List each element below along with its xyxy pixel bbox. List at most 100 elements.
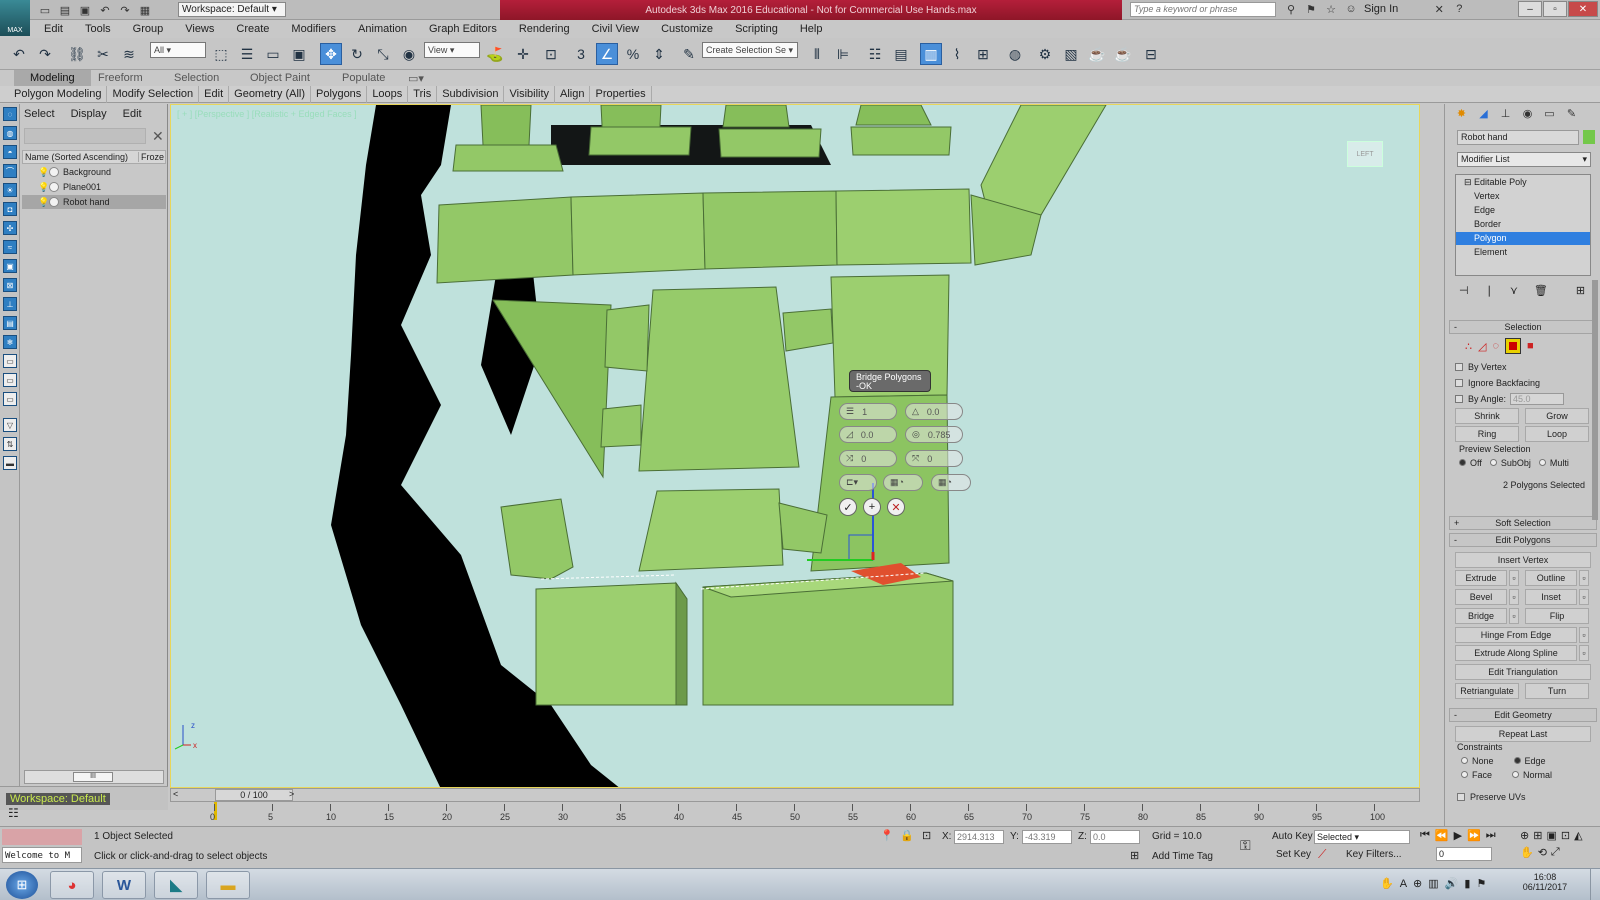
twist2-field[interactable]: ⤧ 0: [905, 450, 963, 467]
panel-edit[interactable]: Edit: [199, 85, 230, 103]
tray-language-icon[interactable]: A: [1400, 878, 1407, 890]
scale-icon[interactable]: ⤡: [372, 43, 394, 65]
edge-level-icon[interactable]: ◿: [1478, 340, 1486, 353]
hierarchy-tab-icon[interactable]: ⊥: [1495, 104, 1516, 122]
set-key-icon[interactable]: ⚿: [1240, 837, 1251, 854]
panel-polygon-modeling[interactable]: Polygon Modeling: [9, 85, 108, 103]
menu-help[interactable]: Help: [789, 20, 834, 38]
track-bar[interactable]: ☷ 0 5 10 15 20 25 30 35 40 45 50 55 60 65 70 75 80 85 90 95…: [8, 802, 1420, 826]
ring-button[interactable]: Ring: [1455, 426, 1519, 442]
scene-item-background[interactable]: 💡 Background: [22, 165, 166, 179]
cancel-x-icon[interactable]: ✕: [887, 498, 905, 516]
menu-tools[interactable]: Tools: [74, 20, 122, 38]
filter-icon[interactable]: ▽: [3, 418, 17, 432]
display-geometry-icon[interactable]: ◓: [3, 145, 17, 159]
stack-item-border[interactable]: Border: [1456, 218, 1590, 231]
3dsmax-taskbar-icon[interactable]: ◣: [154, 871, 198, 899]
bias-field[interactable]: ◿ 0.0: [839, 426, 897, 443]
scene-search-input[interactable]: [24, 128, 146, 144]
snap-toggle-icon[interactable]: 3: [570, 43, 592, 65]
column-name[interactable]: Name (Sorted Ascending): [23, 152, 139, 162]
layer-manager-icon[interactable]: ☷: [864, 43, 886, 65]
remove-modifier-icon[interactable]: 🗑: [1534, 284, 1548, 297]
display-space-warps-icon[interactable]: ≈: [3, 240, 17, 254]
menu-views[interactable]: Views: [174, 20, 225, 38]
toggle-ribbon-icon[interactable]: ▤: [890, 43, 912, 65]
display-all-icon[interactable]: ◍: [3, 126, 17, 140]
tray-flag-icon[interactable]: ⚑: [1476, 877, 1486, 890]
display-frozen-icon[interactable]: ❄: [3, 335, 17, 349]
grow-button[interactable]: Grow: [1525, 408, 1589, 424]
ok-check-icon[interactable]: ✓: [839, 498, 857, 516]
border-level-icon[interactable]: ◌: [1492, 340, 1499, 352]
edit-triangulation-button[interactable]: Edit Triangulation: [1455, 664, 1591, 680]
modifier-list-dropdown[interactable]: Modifier List ▾: [1457, 152, 1591, 167]
unlink-icon[interactable]: ✂: [92, 43, 114, 65]
taper-field[interactable]: △ 0.0: [905, 403, 963, 420]
extrude-along-spline-button[interactable]: Extrude Along Spline: [1455, 645, 1577, 661]
file-explorer-taskbar-icon[interactable]: ▬: [206, 871, 250, 899]
user-icon[interactable]: ☺: [1344, 2, 1358, 16]
render-production-icon[interactable]: ☕: [1086, 43, 1108, 65]
default-in-out-tangents-icon[interactable]: ⟋: [1318, 847, 1326, 862]
selection-lock-icon[interactable]: 🔒: [900, 829, 914, 842]
viewport-label[interactable]: [ + ] [Perspective ] [Realistic + Edged …: [177, 109, 357, 119]
tray-battery-icon[interactable]: ▮: [1464, 877, 1470, 890]
insert-vertex-button[interactable]: Insert Vertex: [1455, 552, 1591, 568]
menu-graph-editors[interactable]: Graph Editors: [418, 20, 508, 38]
pivot-center-icon[interactable]: ⛳: [484, 43, 506, 65]
menu-civil-view[interactable]: Civil View: [581, 20, 650, 38]
by-angle-checkbox[interactable]: By Angle: 45.0: [1455, 392, 1591, 406]
tab-freeform[interactable]: Freeform: [98, 72, 143, 84]
panel-geometry-all[interactable]: Geometry (All): [229, 85, 312, 103]
menu-animation[interactable]: Animation: [347, 20, 418, 38]
chrome-taskbar-icon[interactable]: ◕: [50, 871, 94, 899]
auto-key-button[interactable]: Auto Key: [1272, 831, 1313, 842]
motion-tab-icon[interactable]: ◉: [1517, 104, 1538, 122]
display-cameras-icon[interactable]: ◘: [3, 202, 17, 216]
rendered-frame-window-icon[interactable]: ▧: [1060, 43, 1082, 65]
twist1-field[interactable]: ⤨ 0: [839, 450, 897, 467]
select-by-name-icon[interactable]: ☰: [236, 43, 258, 65]
outline-button[interactable]: Outline: [1525, 570, 1577, 586]
object-name-field[interactable]: Robot hand: [1457, 130, 1579, 145]
reference-coordinate-dropdown[interactable]: View ▾: [424, 42, 480, 58]
add-time-tag[interactable]: Add Time Tag: [1152, 851, 1213, 862]
workspace-dropdown[interactable]: Workspace: Default ▾: [178, 2, 286, 17]
utilities-tab-icon[interactable]: ✎: [1561, 104, 1582, 122]
column-frozen[interactable]: Froze: [139, 152, 164, 162]
by-vertex-checkbox[interactable]: By Vertex: [1455, 360, 1591, 374]
render-setup-icon[interactable]: ⚙: [1034, 43, 1056, 65]
scene-tab-edit[interactable]: Edit: [123, 108, 142, 120]
stack-item-edge[interactable]: Edge: [1456, 204, 1590, 217]
scene-item-robot-hand[interactable]: 💡 Robot hand: [22, 195, 166, 209]
inset-button[interactable]: Inset: [1525, 589, 1577, 605]
display-xrefs-icon[interactable]: ⊠: [3, 278, 17, 292]
tray-update-icon[interactable]: ⊕: [1413, 877, 1422, 890]
play-icon[interactable]: ▶: [1454, 829, 1462, 842]
align-icon[interactable]: ⊫: [832, 43, 854, 65]
extrude-spline-settings-button[interactable]: ▫: [1579, 645, 1589, 661]
curve-editor-icon[interactable]: ⌇: [946, 43, 968, 65]
display-hidden-icon[interactable]: ▭: [3, 354, 17, 368]
restore-button[interactable]: ▫: [1543, 1, 1567, 17]
new-file-icon[interactable]: ▭: [38, 3, 52, 17]
time-slider[interactable]: < 0 / 100 >: [170, 788, 1420, 802]
tab-object-paint[interactable]: Object Paint: [250, 72, 310, 84]
scene-tab-display[interactable]: Display: [71, 108, 107, 120]
go-to-end-icon[interactable]: ⏭: [1486, 829, 1496, 842]
menu-scripting[interactable]: Scripting: [724, 20, 789, 38]
segments-field[interactable]: ☰ 1: [839, 403, 897, 420]
make-unique-icon[interactable]: ⋎: [1510, 284, 1518, 297]
smooth-field[interactable]: ◎ 0.785: [905, 426, 963, 443]
flip-button[interactable]: Flip: [1525, 608, 1589, 624]
redo-icon[interactable]: ↷: [34, 43, 56, 65]
favorites-star-icon[interactable]: ☆: [1324, 2, 1338, 16]
move-icon[interactable]: ✥: [320, 43, 342, 65]
tray-volume-icon[interactable]: 🔊: [1445, 877, 1459, 890]
bind-space-warp-icon[interactable]: ≋: [118, 43, 140, 65]
light-bulb-icon[interactable]: 💡: [38, 182, 49, 192]
named-selection-set-dropdown[interactable]: Create Selection Se ▾: [702, 42, 798, 58]
spinner-snap-icon[interactable]: ⇕: [648, 43, 670, 65]
stack-item-editable-poly[interactable]: ⊟ Editable Poly: [1456, 176, 1590, 189]
